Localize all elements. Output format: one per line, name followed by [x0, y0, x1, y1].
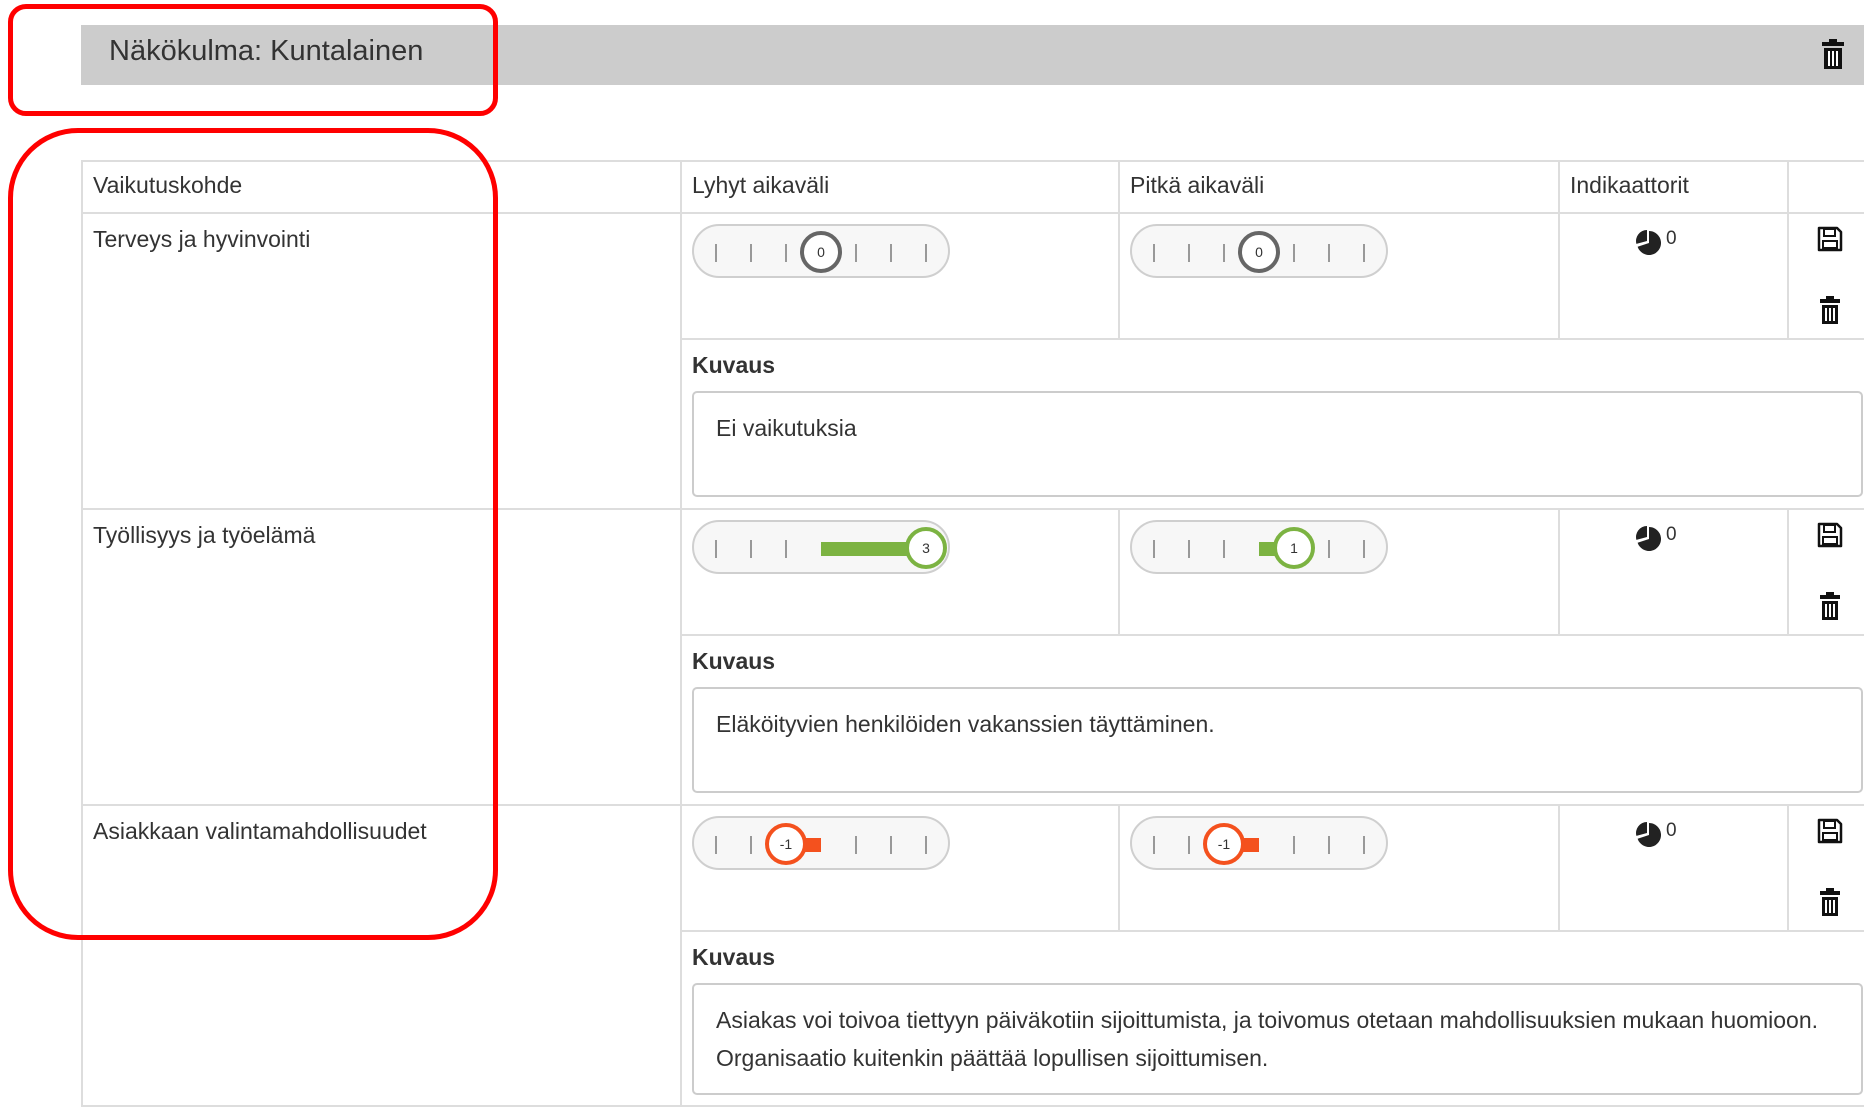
- description-field[interactable]: Ei vaikutuksia: [692, 391, 1863, 497]
- save-floppy-disk-icon[interactable]: [1817, 226, 1843, 252]
- slider-tick: [750, 540, 752, 558]
- slider-tick: [785, 244, 787, 262]
- slider-tick: [1328, 244, 1330, 262]
- slider-tick: [1328, 836, 1330, 854]
- short-term-cell: -1: [680, 804, 1120, 932]
- slider-tick: [890, 244, 892, 262]
- slider-tick: [925, 836, 927, 854]
- short-term-cell: 3: [680, 508, 1120, 636]
- slider-tick: [715, 540, 717, 558]
- highlight-outline-title: [8, 4, 498, 116]
- slider-tick: [890, 836, 892, 854]
- row-actions: [1787, 212, 1864, 340]
- long-term-cell: 0: [1118, 212, 1560, 340]
- slider-tick: [715, 244, 717, 262]
- short-term-slider[interactable]: 0: [692, 224, 950, 278]
- slider-tick: [1153, 244, 1155, 262]
- slider-handle[interactable]: 0: [800, 231, 842, 273]
- description-label: Kuvaus: [692, 648, 776, 674]
- slider-tick: [750, 836, 752, 854]
- slider-tick: [785, 540, 787, 558]
- slider-tick: [1223, 244, 1225, 262]
- header-long-term: Pitkä aikaväli: [1118, 160, 1560, 214]
- indicators-cell: 0: [1558, 212, 1789, 340]
- delete-section-trash-icon[interactable]: [1821, 39, 1845, 69]
- save-floppy-disk-icon[interactable]: [1817, 522, 1843, 548]
- long-term-slider[interactable]: 0: [1130, 224, 1388, 278]
- indicators-cell: 0: [1558, 804, 1789, 932]
- indicators-cell: 0: [1558, 508, 1789, 636]
- row-actions: [1787, 508, 1864, 636]
- header-short-term: Lyhyt aikaväli: [680, 160, 1120, 214]
- long-term-slider[interactable]: 1: [1130, 520, 1388, 574]
- indicators-pie-chart-icon[interactable]: [1636, 230, 1662, 256]
- long-term-cell: 1: [1118, 508, 1560, 636]
- delete-row-trash-icon[interactable]: [1819, 592, 1841, 620]
- indicator-count: 0: [1666, 820, 1677, 841]
- slider-tick: [1223, 540, 1225, 558]
- slider-tick: [1363, 836, 1365, 854]
- description-label: Kuvaus: [692, 944, 776, 970]
- delete-row-trash-icon[interactable]: [1819, 296, 1841, 324]
- slider-tick: [855, 244, 857, 262]
- slider-handle[interactable]: 1: [1273, 527, 1315, 569]
- delete-row-trash-icon[interactable]: [1819, 888, 1841, 916]
- slider-tick: [1293, 244, 1295, 262]
- indicators-pie-chart-icon[interactable]: [1636, 526, 1662, 552]
- description-field[interactable]: Eläköityvien henkilöiden vakanssien täyt…: [692, 687, 1863, 793]
- slider-tick: [1153, 540, 1155, 558]
- slider-tick: [1153, 836, 1155, 854]
- slider-tick: [1363, 244, 1365, 262]
- save-floppy-disk-icon[interactable]: [1817, 818, 1843, 844]
- slider-handle[interactable]: 0: [1238, 231, 1280, 273]
- slider-handle[interactable]: -1: [765, 823, 807, 865]
- slider-tick: [750, 244, 752, 262]
- short-term-slider[interactable]: 3: [692, 520, 950, 574]
- row-actions: [1787, 804, 1864, 932]
- slider-tick: [1293, 836, 1295, 854]
- description-cell: Kuvaus Eläköityvien henkilöiden vakanssie…: [680, 634, 1864, 806]
- slider-tick: [1188, 836, 1190, 854]
- long-term-slider[interactable]: -1: [1130, 816, 1388, 870]
- long-term-cell: -1: [1118, 804, 1560, 932]
- description-field[interactable]: Asiakas voi toivoa tiettyyn päiväkotiin …: [692, 983, 1863, 1095]
- description-cell: Kuvaus Asiakas voi toivoa tiettyyn päiväk…: [680, 930, 1864, 1107]
- slider-tick: [1363, 540, 1365, 558]
- slider-handle[interactable]: 3: [905, 527, 947, 569]
- slider-tick: [1188, 244, 1190, 262]
- short-term-cell: 0: [680, 212, 1120, 340]
- indicator-count: 0: [1666, 524, 1677, 545]
- highlight-outline-targets: [8, 128, 498, 940]
- header-indicators: Indikaattorit: [1558, 160, 1789, 214]
- indicators-pie-chart-icon[interactable]: [1636, 822, 1662, 848]
- slider-tick: [925, 244, 927, 262]
- description-label: Kuvaus: [692, 352, 776, 378]
- slider-handle[interactable]: -1: [1203, 823, 1245, 865]
- short-term-slider[interactable]: -1: [692, 816, 950, 870]
- slider-tick: [1328, 540, 1330, 558]
- indicator-count: 0: [1666, 228, 1677, 249]
- description-cell: Kuvaus Ei vaikutuksia: [680, 338, 1864, 510]
- slider-tick: [855, 836, 857, 854]
- slider-tick: [715, 836, 717, 854]
- header-actions: [1787, 160, 1864, 214]
- slider-tick: [1188, 540, 1190, 558]
